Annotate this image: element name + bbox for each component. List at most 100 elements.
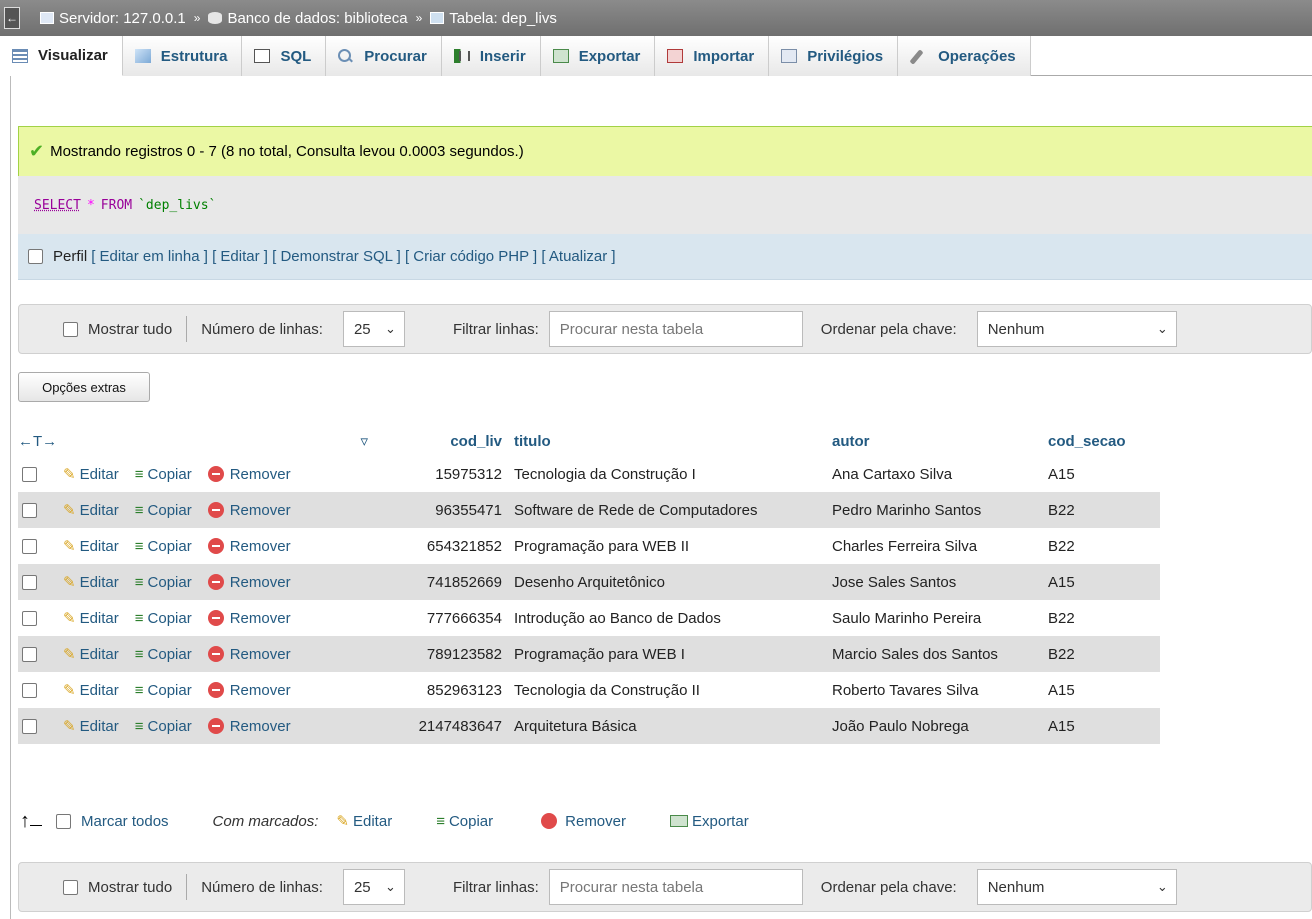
row-checkbox[interactable] — [22, 466, 37, 482]
cell-cod-secao[interactable]: B22 — [1044, 610, 1154, 627]
cell-cod-liv[interactable]: 96355471 — [388, 502, 508, 519]
copy-button[interactable]: ≡ Copiar — [135, 646, 192, 663]
remove-button[interactable]: Remover — [207, 646, 291, 663]
rows-select[interactable]: 25 ⌄ — [342, 869, 405, 905]
edit-button[interactable]: ✎ Editar — [63, 681, 119, 700]
cell-cod-secao[interactable]: A15 — [1044, 682, 1154, 699]
copy-button[interactable]: ≡ Copiar — [135, 610, 192, 627]
edit-button[interactable]: ✎ Editar — [63, 465, 119, 484]
link-create-php[interactable]: [ Criar código PHP ] — [405, 248, 537, 265]
remove-button[interactable]: Remover — [207, 574, 291, 591]
remove-button[interactable]: Remover — [207, 538, 291, 555]
sort-select[interactable]: Nenhum ⌄ — [976, 869, 1177, 905]
cell-titulo[interactable]: Tecnologia da Construção I — [508, 466, 826, 483]
cell-titulo[interactable]: Arquitetura Básica — [508, 718, 826, 735]
remove-button[interactable]: Remover — [207, 718, 291, 735]
tab-operacoes[interactable]: Operações — [898, 36, 1031, 76]
tab-exportar[interactable]: Exportar — [540, 36, 656, 76]
bulk-remove-button[interactable]: Remover — [541, 813, 626, 830]
row-checkbox[interactable] — [22, 646, 37, 662]
breadcrumb-table[interactable]: Tabela: dep_livs — [430, 10, 557, 27]
copy-button[interactable]: ≡ Copiar — [135, 538, 192, 555]
cell-autor[interactable]: Pedro Marinho Santos — [826, 502, 1044, 519]
copy-button[interactable]: ≡ Copiar — [135, 574, 192, 591]
breadcrumb-database[interactable]: Banco de dados: biblioteca — [208, 10, 408, 27]
remove-button[interactable]: Remover — [207, 466, 291, 483]
remove-button[interactable]: Remover — [207, 502, 291, 519]
bulk-export-button[interactable]: Exportar — [670, 813, 749, 830]
copy-button[interactable]: ≡ Copiar — [135, 502, 192, 519]
edit-button[interactable]: ✎ Editar — [63, 645, 119, 664]
cell-titulo[interactable]: Programação para WEB I — [508, 646, 826, 663]
filter-input[interactable]: Procurar nesta tabela — [548, 869, 803, 905]
show-all-checkbox[interactable] — [63, 321, 78, 337]
tab-importar[interactable]: Importar — [655, 36, 770, 76]
row-checkbox[interactable] — [22, 610, 37, 626]
cell-cod-liv[interactable]: 777666354 — [388, 610, 508, 627]
tab-sql[interactable]: SQL — [242, 36, 327, 76]
remove-button[interactable]: Remover — [207, 682, 291, 699]
check-all-label[interactable]: Marcar todos — [81, 813, 169, 830]
edit-button[interactable]: ✎ Editar — [63, 501, 119, 520]
cell-cod-secao[interactable]: A15 — [1044, 574, 1154, 591]
tab-visualizar[interactable]: Visualizar — [0, 36, 123, 76]
link-edit[interactable]: [ Editar ] — [212, 248, 268, 265]
cell-autor[interactable]: Ana Cartaxo Silva — [826, 466, 1044, 483]
check-all-checkbox[interactable] — [56, 813, 71, 829]
cell-autor[interactable]: Saulo Marinho Pereira — [826, 610, 1044, 627]
col-header-cod-secao[interactable]: cod_secao — [1044, 433, 1154, 450]
copy-button[interactable]: ≡ Copiar — [135, 682, 192, 699]
link-refresh[interactable]: [ Atualizar ] — [541, 248, 615, 265]
cell-cod-liv[interactable]: 852963123 — [388, 682, 508, 699]
row-checkbox[interactable] — [22, 682, 37, 698]
cell-cod-secao[interactable]: A15 — [1044, 466, 1154, 483]
copy-button[interactable]: ≡ Copiar — [135, 718, 192, 735]
cell-titulo[interactable]: Desenho Arquitetônico — [508, 574, 826, 591]
extra-options-button[interactable]: Opções extras — [18, 372, 150, 402]
link-edit-inline[interactable]: [ Editar em linha ] — [91, 248, 208, 265]
cell-titulo[interactable]: Introdução ao Banco de Dados — [508, 610, 826, 627]
profile-checkbox[interactable] — [28, 249, 43, 264]
cell-cod-liv[interactable]: 15975312 — [388, 466, 508, 483]
sort-select[interactable]: Nenhum ⌄ — [976, 311, 1177, 347]
cell-cod-liv[interactable]: 789123582 — [388, 646, 508, 663]
rows-select[interactable]: 25 ⌄ — [342, 311, 405, 347]
cell-cod-liv[interactable]: 741852669 — [388, 574, 508, 591]
row-checkbox[interactable] — [22, 538, 37, 554]
column-arrows[interactable]: ←T→ — [18, 433, 57, 450]
cell-cod-liv[interactable]: 654321852 — [388, 538, 508, 555]
cell-cod-secao[interactable]: B22 — [1044, 502, 1154, 519]
cell-titulo[interactable]: Programação para WEB II — [508, 538, 826, 555]
show-all-checkbox[interactable] — [63, 879, 78, 895]
cell-autor[interactable]: Marcio Sales dos Santos — [826, 646, 1044, 663]
row-checkbox[interactable] — [22, 502, 37, 518]
bulk-edit-button[interactable]: ✎ Editar — [336, 812, 392, 831]
cell-cod-liv[interactable]: 2147483647 — [388, 718, 508, 735]
cell-autor[interactable]: João Paulo Nobrega — [826, 718, 1044, 735]
edit-button[interactable]: ✎ Editar — [63, 609, 119, 628]
cell-autor[interactable]: Roberto Tavares Silva — [826, 682, 1044, 699]
remove-button[interactable]: Remover — [207, 610, 291, 627]
copy-button[interactable]: ≡ Copiar — [135, 466, 192, 483]
cell-autor[interactable]: Charles Ferreira Silva — [826, 538, 1044, 555]
breadcrumb-server[interactable]: Servidor: 127.0.0.1 — [40, 10, 186, 27]
col-header-titulo[interactable]: titulo — [508, 433, 826, 450]
bulk-copy-button[interactable]: ≡ Copiar — [436, 813, 493, 830]
filter-input[interactable]: Procurar nesta tabela — [548, 311, 803, 347]
cell-autor[interactable]: Jose Sales Santos — [826, 574, 1044, 591]
edit-button[interactable]: ✎ Editar — [63, 537, 119, 556]
tab-privilegios[interactable]: Privilégios — [769, 36, 899, 76]
cell-cod-secao[interactable]: A15 — [1044, 718, 1154, 735]
sql-select-keyword[interactable]: SELECT — [34, 198, 81, 213]
col-header-cod-liv[interactable]: cod_liv — [388, 433, 508, 450]
tab-procurar[interactable]: Procurar — [326, 36, 442, 76]
tab-estrutura[interactable]: Estrutura — [122, 36, 243, 76]
sort-dropdown-icon[interactable]: ▿ — [360, 432, 368, 450]
back-arrow-icon[interactable]: ← — [4, 7, 20, 29]
edit-button[interactable]: ✎ Editar — [63, 717, 119, 736]
tab-inserir[interactable]: Inserir — [441, 36, 541, 76]
row-checkbox[interactable] — [22, 574, 37, 590]
cell-titulo[interactable]: Software de Rede de Computadores — [508, 502, 826, 519]
edit-button[interactable]: ✎ Editar — [63, 573, 119, 592]
row-checkbox[interactable] — [22, 718, 37, 734]
